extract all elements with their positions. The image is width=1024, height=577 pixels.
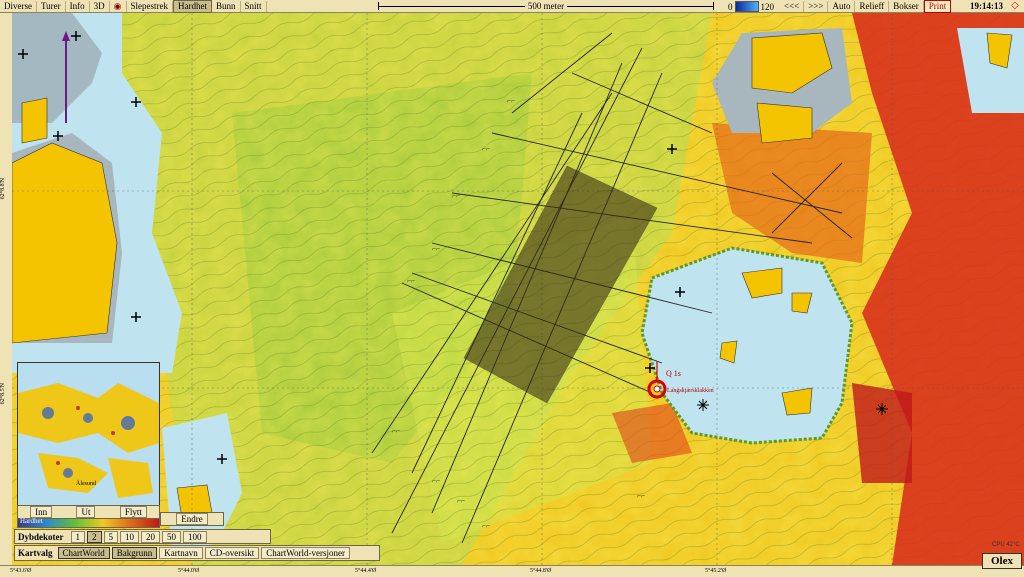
kartvalg-panel: Kartvalg ChartWorld Bakgrunn Kartnavn CD…	[14, 545, 380, 561]
contour-2[interactable]: 2	[87, 530, 102, 543]
mark-label: Langskjærsklakken	[667, 388, 714, 394]
menu-info[interactable]: Info	[66, 0, 90, 12]
tool-group: <<< >>> Auto Relieff Bokser Print	[780, 0, 952, 13]
lat-label: 62°8.5'N	[0, 383, 6, 405]
svg-text:⌐⌐: ⌐⌐	[482, 522, 490, 530]
pan-left-button[interactable]: <<<	[780, 0, 805, 12]
menu-slepestrek[interactable]: Slepestrek	[127, 0, 174, 12]
depth-max: 120	[760, 1, 775, 12]
lon-label: 5°44.0'Ø	[178, 568, 200, 574]
cd-oversikt-button[interactable]: CD-oversikt	[204, 547, 260, 559]
bokser-button[interactable]: Bokser	[889, 0, 924, 12]
land	[12, 142, 118, 344]
overview-minimap[interactable]: Ålesund	[17, 362, 160, 506]
svg-text:⌐⌐: ⌐⌐	[507, 97, 515, 105]
hardhet-legend: Hardhet	[17, 517, 160, 528]
menu-diverse[interactable]: Diverse	[0, 0, 37, 12]
svg-text:⌐⌐: ⌐⌐	[432, 477, 440, 485]
cpu-temp: CPU 42°C	[992, 542, 1020, 548]
q-label: Q 1s	[666, 369, 681, 378]
chartworld-button[interactable]: ChartWorld	[57, 547, 110, 559]
land	[21, 97, 48, 144]
lon-label: 5°43.6'Ø	[10, 568, 32, 574]
dybdekoter-label: Dybdekoter	[18, 531, 64, 542]
chartworld-versjoner-button[interactable]: ChartWorld-versjoner	[261, 547, 351, 559]
svg-text:⌐⌐: ⌐⌐	[432, 245, 440, 253]
lon-label: 5°44.8'Ø	[530, 568, 552, 574]
auto-button[interactable]: Auto	[828, 0, 856, 12]
contour-10[interactable]: 10	[120, 530, 139, 543]
scale-label: 500 meter	[524, 1, 568, 11]
menu-bunn[interactable]: Bunn	[212, 0, 241, 12]
kartnavn-button[interactable]: Kartnavn	[159, 547, 203, 559]
depth-min: 0	[728, 1, 733, 12]
contour-100[interactable]: 100	[183, 530, 207, 543]
endre-panel: Endre	[160, 512, 224, 526]
land	[781, 387, 813, 416]
contour-20[interactable]: 20	[141, 530, 160, 543]
dybdekoter-panel: Dybdekoter 1 2 5 10 20 50 100	[14, 529, 271, 544]
lon-label: 5°45.2'Ø	[705, 568, 727, 574]
svg-text:⌐⌐: ⌐⌐	[457, 497, 465, 505]
svg-text:⌐⌐: ⌐⌐	[482, 145, 490, 153]
olex-logo-button[interactable]: Olex	[982, 553, 1022, 569]
minimap-place-label: Ålesund	[76, 481, 96, 487]
seabed-hardness-map[interactable]: ⌐⌐ ⌐⌐ ⌐⌐ ⌐⌐ ⌐⌐ ⌐⌐ ⌐⌐ ⌐⌐ ⌐⌐ ⌐⌐ Q 1s Langskjærsk…	[12, 13, 1024, 565]
lon-label: 5°44.4'Ø	[355, 568, 377, 574]
bakgrunn-button[interactable]: Bakgrunn	[111, 547, 158, 559]
menu-3d[interactable]: 3D	[90, 0, 110, 12]
depth-range[interactable]: 0 120	[728, 1, 774, 12]
menu-snitt[interactable]: Snitt	[241, 0, 267, 12]
contour-1[interactable]: 1	[70, 530, 85, 543]
depth-gradient	[734, 1, 759, 12]
svg-text:⌐⌐: ⌐⌐	[392, 427, 400, 435]
longitude-strip: 5°43.6'Ø 5°44.0'Ø 5°44.4'Ø 5°44.8'Ø 5°45…	[0, 565, 1024, 577]
contour-5[interactable]: 5	[103, 530, 118, 543]
menu-hardhet[interactable]: Hardhet	[173, 0, 213, 13]
land	[756, 102, 813, 144]
compass-icon[interactable]: ◇	[1010, 1, 1020, 11]
target-icon[interactable]: ◉	[110, 0, 127, 12]
hard-seabed-zone	[852, 383, 912, 483]
lat-label: 62°8.8'N	[0, 178, 6, 200]
contour-50[interactable]: 50	[162, 530, 181, 543]
relieff-button[interactable]: Relieff	[855, 0, 890, 12]
print-button[interactable]: Print	[923, 0, 952, 13]
endre-button[interactable]: Endre	[176, 513, 208, 525]
hardhet-label: Hardhet	[20, 517, 43, 525]
svg-text:⌐⌐: ⌐⌐	[407, 277, 415, 285]
scale-bar: 500 meter	[378, 0, 714, 12]
svg-text:⌐⌐: ⌐⌐	[452, 192, 460, 200]
move-button[interactable]: Flytt	[119, 506, 147, 518]
clock: 19:14:13	[970, 1, 1003, 11]
kartvalg-label: Kartvalg	[18, 548, 53, 558]
zoom-out-button[interactable]: Ut	[76, 506, 96, 518]
pan-right-button[interactable]: >>>	[804, 0, 829, 12]
menu-turer[interactable]: Turer	[37, 0, 66, 12]
svg-text:⌐⌐: ⌐⌐	[637, 492, 645, 500]
